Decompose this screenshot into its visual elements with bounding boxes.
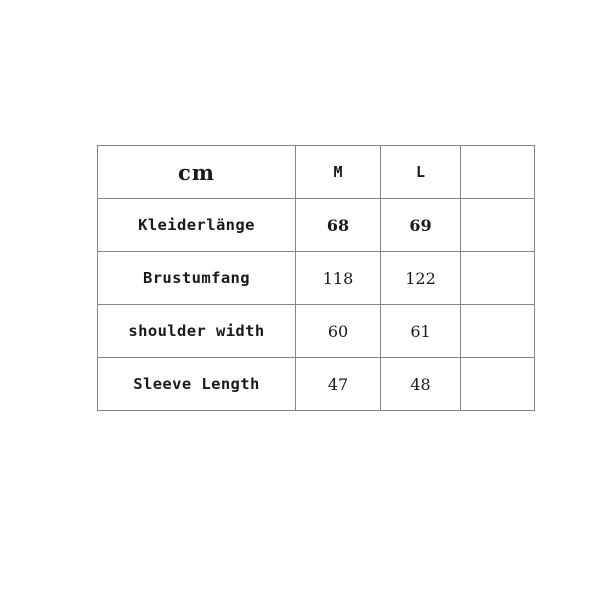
value-dress-length-m: 68 [295,198,381,252]
value-chest-l: 122 [380,251,461,305]
measurement-label-dress-length: Kleiderlänge [97,198,296,252]
size-header-m: M [295,145,381,199]
value-sleeve-length-l: 48 [380,357,461,411]
size-header-blank [460,145,535,199]
value-shoulder-width-m: 60 [295,304,381,358]
value-chest-m: 118 [295,251,381,305]
value-dress-length-blank [460,198,535,252]
measurement-label-sleeve-length: Sleeve Length [97,357,296,411]
value-sleeve-length-blank [460,357,535,411]
value-shoulder-width-l: 61 [380,304,461,358]
size-chart-table: cm M L Kleiderlänge 68 69 Brustumfang 11… [97,145,535,411]
unit-header-cell: cm [97,145,296,199]
value-sleeve-length-m: 47 [295,357,381,411]
value-chest-blank [460,251,535,305]
value-shoulder-width-blank [460,304,535,358]
measurement-label-chest: Brustumfang [97,251,296,305]
size-chart-container: cm M L Kleiderlänge 68 69 Brustumfang 11… [97,145,535,411]
table-row: Kleiderlänge 68 69 [97,198,535,252]
table-header-row: cm M L [97,145,535,199]
table-row: shoulder width 60 61 [97,304,535,358]
size-header-l: L [380,145,461,199]
table-row: Brustumfang 118 122 [97,251,535,305]
measurement-label-shoulder-width: shoulder width [97,304,296,358]
table-row: Sleeve Length 47 48 [97,357,535,411]
value-dress-length-l: 69 [380,198,461,252]
